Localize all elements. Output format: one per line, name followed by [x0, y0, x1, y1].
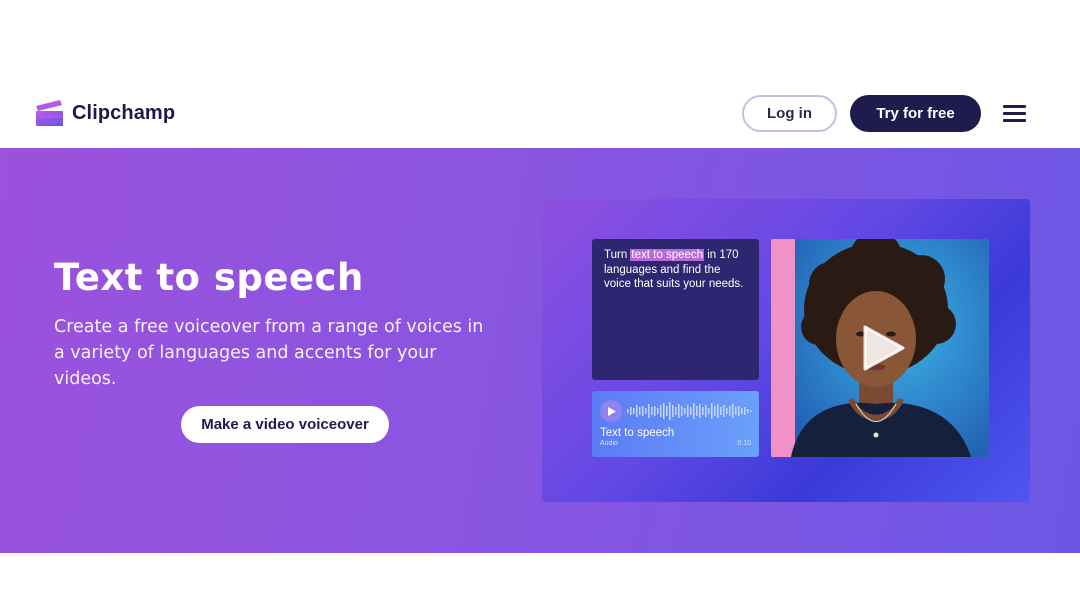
card-text-highlight: text to speech: [630, 249, 705, 261]
site-header: Clipchamp Log in Try for free: [0, 0, 1080, 148]
hero-subtitle: Create a free voiceover from a range of …: [54, 317, 484, 389]
menu-bar: [1003, 119, 1026, 122]
login-button[interactable]: Log in: [742, 95, 837, 132]
text-to-speech-card: Turn text to speech in 170 languages and…: [592, 239, 759, 380]
audio-track-title: Text to speech: [600, 427, 675, 439]
video-preview[interactable]: [771, 239, 989, 457]
waveform-graphic: [627, 402, 752, 420]
hamburger-menu-icon[interactable]: [1003, 104, 1026, 123]
brand-name: Clipchamp: [72, 101, 176, 124]
menu-bar: [1003, 105, 1026, 108]
play-icon[interactable]: [600, 400, 622, 422]
play-icon[interactable]: [863, 325, 905, 371]
audio-track-duration: 0:10: [737, 440, 751, 447]
clapperboard-icon: [36, 100, 63, 126]
card-text-prefix: Turn: [604, 249, 631, 261]
menu-bar: [1003, 112, 1026, 115]
make-voiceover-button[interactable]: Make a video voiceover: [181, 406, 389, 443]
hero-section: Text to speech Create a free voiceover f…: [0, 148, 1080, 553]
try-for-free-button[interactable]: Try for free: [850, 95, 981, 132]
audio-track-card: Text to speech Audio 0:10: [592, 391, 759, 457]
page-title: Text to speech: [54, 256, 364, 299]
clipchamp-logo[interactable]: Clipchamp: [35, 99, 175, 127]
hero-illustration: Turn text to speech in 170 languages and…: [542, 199, 1030, 502]
audio-track-type: Audio: [600, 440, 618, 447]
